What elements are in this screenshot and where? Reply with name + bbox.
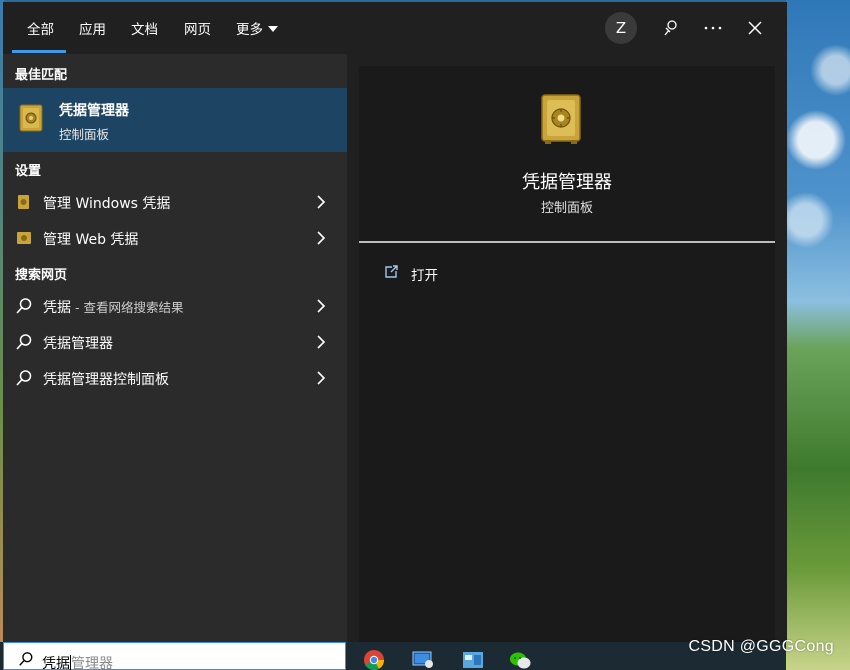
settings-item-label: 管理 Web 凭据 xyxy=(43,232,139,248)
more-icon[interactable] xyxy=(701,16,725,40)
web-search-term: 凭据管理器控制面板 xyxy=(43,372,169,388)
search-query: 凭据管理器 xyxy=(42,653,113,670)
search-suggestion: 管理器 xyxy=(71,656,113,670)
open-action-label: 打开 xyxy=(411,268,438,284)
detail-pane: 凭据管理器 控制面板 打开 xyxy=(359,66,775,642)
web-search-label: 凭据 - 查看网络搜索结果 xyxy=(43,297,183,317)
search-icon xyxy=(19,652,33,666)
search-icon xyxy=(16,298,32,314)
search-panel: 全部 应用 文档 网页 更多 Z 最佳匹配 凭据管理器 控制面板 设置 管理 W… xyxy=(3,2,787,642)
section-web-search: 搜索网页 xyxy=(15,268,68,283)
best-match-title: 凭据管理器 xyxy=(59,103,129,119)
chevron-right-icon xyxy=(317,371,326,385)
tab-more[interactable]: 更多 xyxy=(236,18,278,38)
detail-subtitle: 控制面板 xyxy=(540,201,593,216)
tab-web[interactable]: 网页 xyxy=(184,18,211,38)
best-match-item[interactable]: 凭据管理器 控制面板 xyxy=(3,88,347,152)
web-search-suffix: - 查看网络搜索结果 xyxy=(71,300,184,315)
open-icon xyxy=(385,265,398,278)
section-best-match: 最佳匹配 xyxy=(15,68,68,83)
safe-icon xyxy=(18,195,29,209)
search-tabs-bar: 全部 应用 文档 网页 更多 Z xyxy=(3,2,787,54)
active-tab-indicator xyxy=(12,50,66,53)
chevron-right-icon xyxy=(317,335,326,349)
open-action[interactable]: 打开 xyxy=(379,262,579,286)
web-search-item[interactable]: 凭据 - 查看网络搜索结果 xyxy=(3,288,347,324)
watermark: CSDN @GGGCong xyxy=(688,638,834,655)
control-panel-icon[interactable] xyxy=(461,646,485,670)
safe-icon xyxy=(17,232,31,244)
remote-desktop-icon[interactable] xyxy=(411,646,435,670)
chrome-icon[interactable] xyxy=(362,646,386,670)
wechat-icon[interactable] xyxy=(508,646,532,670)
tab-apps[interactable]: 应用 xyxy=(79,18,106,38)
settings-item-web-credentials[interactable]: 管理 Web 凭据 xyxy=(3,220,347,256)
caret-down-icon xyxy=(268,26,278,32)
tab-all[interactable]: 全部 xyxy=(27,18,54,38)
avatar[interactable]: Z xyxy=(605,12,637,44)
search-icon xyxy=(16,370,32,386)
search-typed-text: 凭据 xyxy=(42,656,70,670)
chevron-right-icon xyxy=(317,231,326,245)
desktop-wallpaper xyxy=(786,0,850,670)
tab-more-label: 更多 xyxy=(236,22,263,38)
feedback-icon[interactable] xyxy=(659,16,683,40)
safe-icon xyxy=(541,94,581,144)
web-search-term: 凭据 xyxy=(43,300,71,316)
close-icon[interactable] xyxy=(743,16,767,40)
web-search-term: 凭据管理器 xyxy=(43,336,113,352)
web-search-item[interactable]: 凭据管理器 xyxy=(3,324,347,360)
best-match-subtitle: 控制面板 xyxy=(59,127,110,142)
section-settings: 设置 xyxy=(15,164,42,179)
detail-divider xyxy=(359,241,775,243)
chevron-right-icon xyxy=(317,299,326,313)
chevron-right-icon xyxy=(317,195,326,209)
search-icon xyxy=(16,334,32,350)
search-input[interactable]: 凭据管理器 xyxy=(3,642,346,670)
tab-documents[interactable]: 文档 xyxy=(131,18,158,38)
results-list: 最佳匹配 凭据管理器 控制面板 设置 管理 Windows 凭据 管理 Web … xyxy=(3,54,347,642)
settings-item-label: 管理 Windows 凭据 xyxy=(43,196,171,212)
detail-title: 凭据管理器 xyxy=(522,172,612,193)
safe-icon xyxy=(19,104,43,132)
settings-item-windows-credentials[interactable]: 管理 Windows 凭据 xyxy=(3,184,347,220)
web-search-item[interactable]: 凭据管理器控制面板 xyxy=(3,360,347,396)
